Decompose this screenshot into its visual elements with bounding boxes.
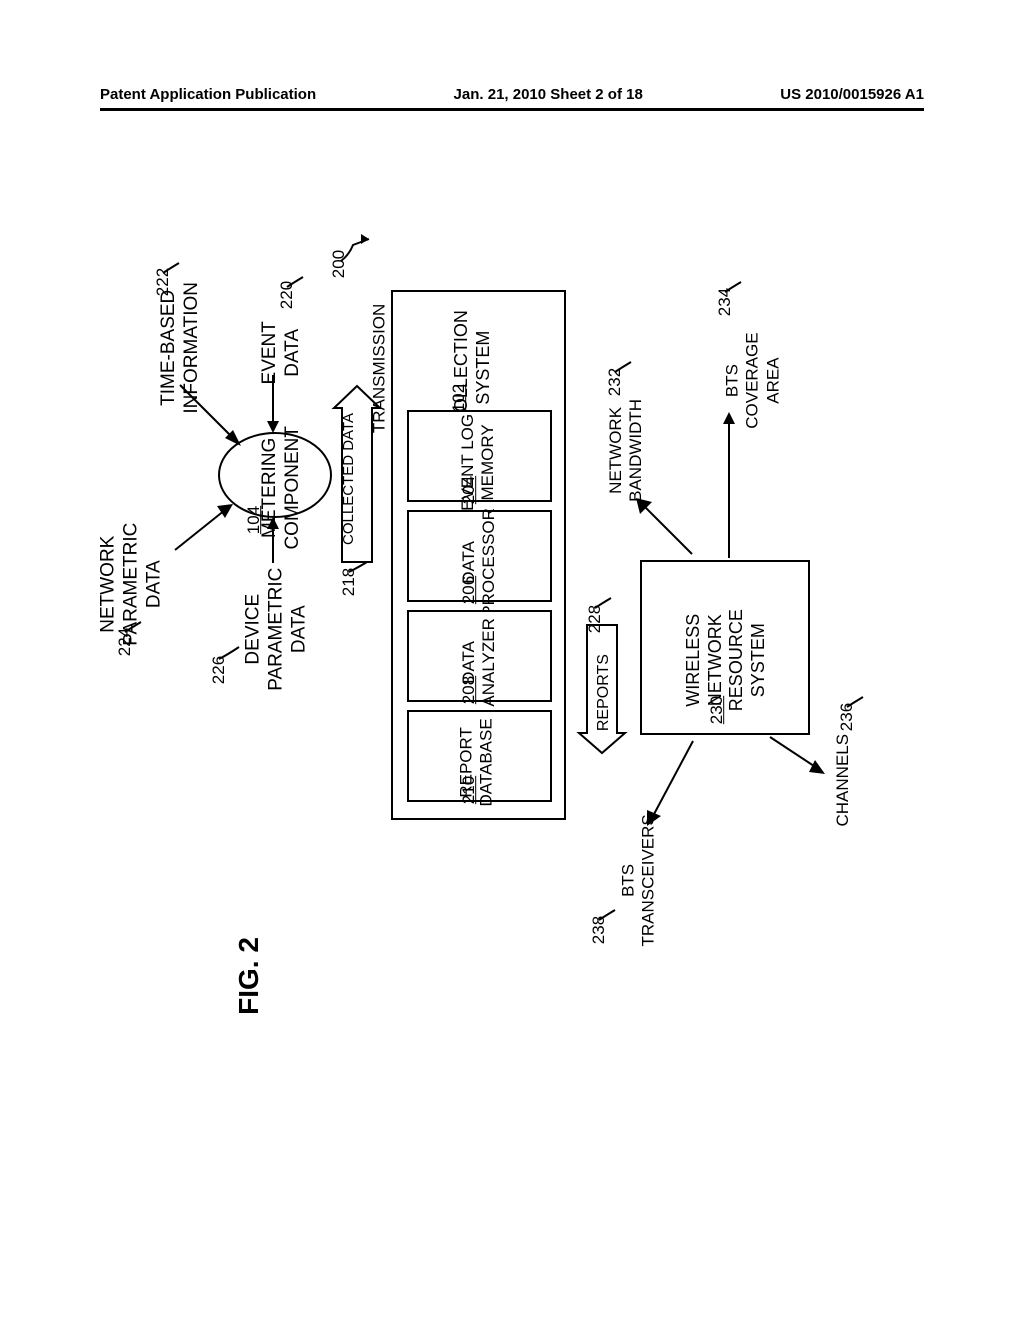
arrow-wnrs-to-channels bbox=[765, 732, 835, 782]
wnrs-ref-num: 230 bbox=[707, 696, 726, 724]
arrow-wnrs-to-transceivers bbox=[641, 736, 701, 836]
event-log-ref: 204 bbox=[459, 476, 479, 504]
figure-ref-hook bbox=[339, 235, 379, 265]
event-data-ref-hook bbox=[285, 275, 307, 289]
figure-label: FIG. 2 bbox=[233, 937, 265, 1015]
collected-data-ref-hook bbox=[347, 560, 371, 576]
page-header: Patent Application Publication Jan. 21, … bbox=[100, 86, 924, 103]
channels-label: CHANNELS bbox=[833, 734, 853, 827]
metering-ref-num: 104 bbox=[244, 506, 263, 534]
reports-ref-hook bbox=[593, 596, 615, 610]
collection-system-ref-num: 102 bbox=[449, 384, 468, 412]
bts-coverage-ref-hook bbox=[723, 280, 745, 294]
arrow-wnrs-to-bandwidth bbox=[630, 492, 702, 564]
header-rule bbox=[100, 108, 924, 111]
data-analyzer-ref: 208 bbox=[459, 676, 479, 704]
header-center: Jan. 21, 2010 Sheet 2 of 18 bbox=[454, 86, 643, 103]
wnrs-ref: 230 bbox=[707, 696, 727, 724]
header-right: US 2010/0015926 A1 bbox=[780, 86, 924, 103]
data-processor-ref-num: 206 bbox=[459, 576, 478, 604]
channels-ref-hook bbox=[845, 695, 867, 709]
device-parametric-label: DEVICE PARAMETRIC DATA bbox=[242, 568, 310, 691]
report-db-ref: 210 bbox=[459, 776, 479, 804]
collected-data-label: COLLECTED DATA bbox=[340, 413, 358, 545]
network-parametric-ref-hook bbox=[123, 620, 145, 634]
collection-system-ref: 102 bbox=[449, 384, 469, 412]
reports-label: REPORTS bbox=[594, 654, 613, 731]
report-db-ref-num: 210 bbox=[459, 776, 478, 804]
page: Patent Application Publication Jan. 21, … bbox=[0, 0, 1024, 1320]
metering-ref: 104 bbox=[244, 506, 264, 534]
metering-label: METERING COMPONENT bbox=[259, 426, 305, 550]
diagram: 200 EVENT DATA 220 TIME-BASED INFORMATIO… bbox=[85, 120, 939, 1220]
transceivers-ref-hook bbox=[597, 908, 619, 922]
network-bandwidth-label: NETWORK BANDWIDTH bbox=[606, 399, 647, 502]
time-based-ref-hook bbox=[161, 261, 183, 275]
event-log-ref-num: 204 bbox=[459, 476, 478, 504]
data-processor-ref: 206 bbox=[459, 576, 479, 604]
header-left: Patent Application Publication bbox=[100, 86, 316, 103]
data-analyzer-ref-num: 208 bbox=[459, 676, 478, 704]
arrow-wnrs-to-coverage bbox=[721, 410, 737, 560]
network-bandwidth-ref-hook bbox=[613, 360, 635, 374]
device-parametric-ref-hook bbox=[217, 645, 243, 663]
